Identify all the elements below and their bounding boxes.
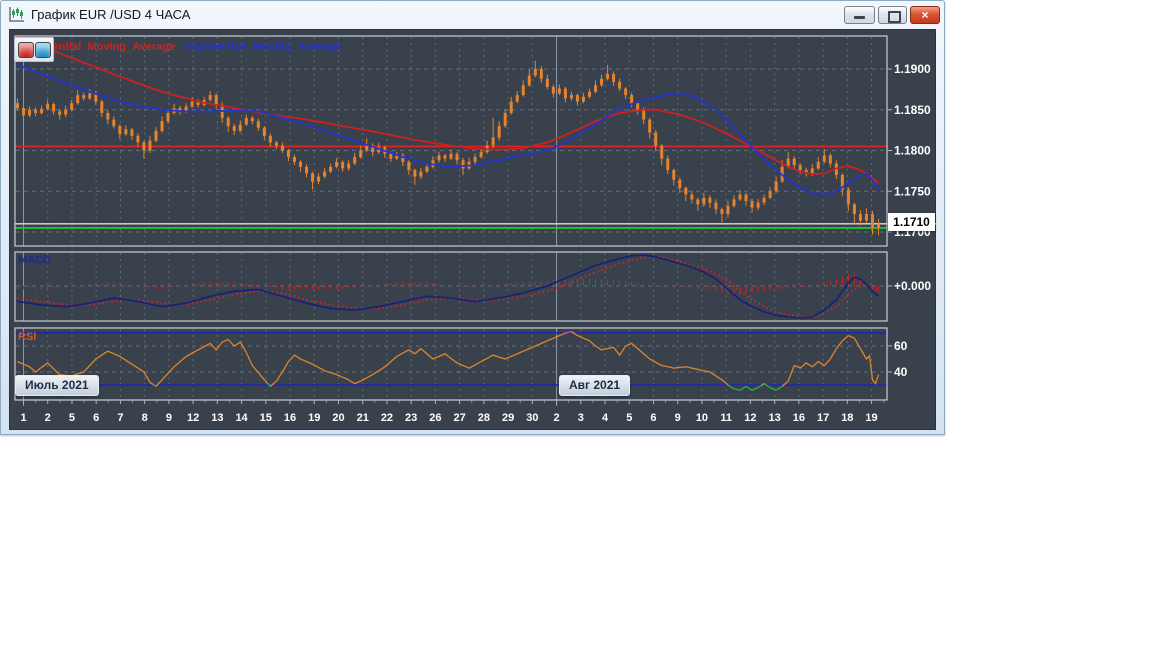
x-axis-label: 7	[117, 412, 123, 424]
x-axis-label: 1	[20, 412, 26, 424]
x-axis-label: 21	[357, 412, 369, 424]
month-label-july: Июль 2021	[15, 375, 99, 396]
macd-layer	[17, 273, 879, 295]
macd-axis-label: +0.000	[894, 279, 931, 293]
x-axis-label: 9	[166, 412, 172, 424]
grid-layer	[16, 37, 886, 399]
x-axis-label: 28	[478, 412, 490, 424]
x-axis-label: 19	[308, 412, 320, 424]
rsi-axis-label: 60	[894, 339, 908, 353]
x-axis-label: 5	[626, 412, 632, 424]
x-axis-label: 16	[793, 412, 805, 424]
ema-red-toggle-button[interactable]	[18, 42, 34, 58]
ema-blue-toggle-button[interactable]	[35, 42, 51, 58]
legend-ema-blue: Exponential_Moving_Average	[184, 41, 341, 53]
x-axis-label: 12	[744, 412, 756, 424]
x-axis-label: 16	[284, 412, 296, 424]
x-axis-label: 20	[332, 412, 344, 424]
x-axis-label: 18	[841, 412, 853, 424]
rsi-layer	[15, 331, 887, 391]
x-axis-label: 17	[817, 412, 829, 424]
x-axis-label: 10	[696, 412, 708, 424]
x-axis-label: 2	[45, 412, 51, 424]
y-axis-label: 1.1900	[894, 62, 931, 76]
ema-fast-blue-line	[17, 64, 880, 196]
rsi-panel-border	[14, 327, 888, 401]
macd-panel-label: MACD	[18, 254, 51, 266]
current-price-badge: 1.1710	[888, 213, 935, 231]
candles-layer	[16, 60, 880, 236]
x-axis-label: 9	[675, 412, 681, 424]
x-axis-label: 22	[381, 412, 393, 424]
x-axis-label: 19	[865, 412, 877, 424]
x-axis-label: 14	[235, 412, 248, 424]
x-axis-label: 29	[502, 412, 514, 424]
x-axis-label: 30	[526, 412, 538, 424]
y-axis-label: 1.1800	[894, 144, 931, 158]
x-axis-label: 27	[454, 412, 466, 424]
x-axis-label: 12	[187, 412, 199, 424]
panel-borders	[14, 35, 888, 401]
y-axis-label: 1.1750	[894, 184, 931, 198]
chart-window: График EUR /USD 4 ЧАСА × 1.1900 1.1850 1.1…	[0, 0, 945, 435]
x-axis-label: 3	[578, 412, 584, 424]
x-axis-label: 6	[93, 412, 99, 424]
macd-signal-line	[17, 255, 879, 319]
x-axis-label: 15	[260, 412, 272, 424]
chart-canvas[interactable]: 1.19001.18501.18001.17501.1700+0.0006040…	[1, 1, 944, 434]
x-axis-label: 2	[553, 412, 559, 424]
x-axis-label: 26	[429, 412, 441, 424]
main-panel-border	[14, 35, 888, 247]
x-axis-label: 13	[769, 412, 781, 424]
x-axis-label: 8	[142, 412, 148, 424]
month-label-august: Авг 2021	[559, 375, 631, 396]
x-axis-label: 11	[720, 412, 732, 424]
rsi-panel-label: RSI	[18, 331, 37, 343]
y-axis-label: 1.1850	[894, 103, 931, 117]
x-axis-label: 23	[405, 412, 417, 424]
axis-labels: 1.19001.18501.18001.17501.1700+0.0006040…	[20, 62, 931, 424]
x-axis-label: 5	[69, 412, 75, 424]
indicator-legend: Exponential_Moving_Average Exponential_M…	[19, 41, 340, 53]
x-axis-label: 6	[650, 412, 656, 424]
x-axis-label: 4	[602, 412, 609, 424]
indicator-buttons-panel	[14, 37, 54, 62]
rsi-axis-label: 40	[894, 365, 908, 379]
x-axis-label: 13	[211, 412, 223, 424]
